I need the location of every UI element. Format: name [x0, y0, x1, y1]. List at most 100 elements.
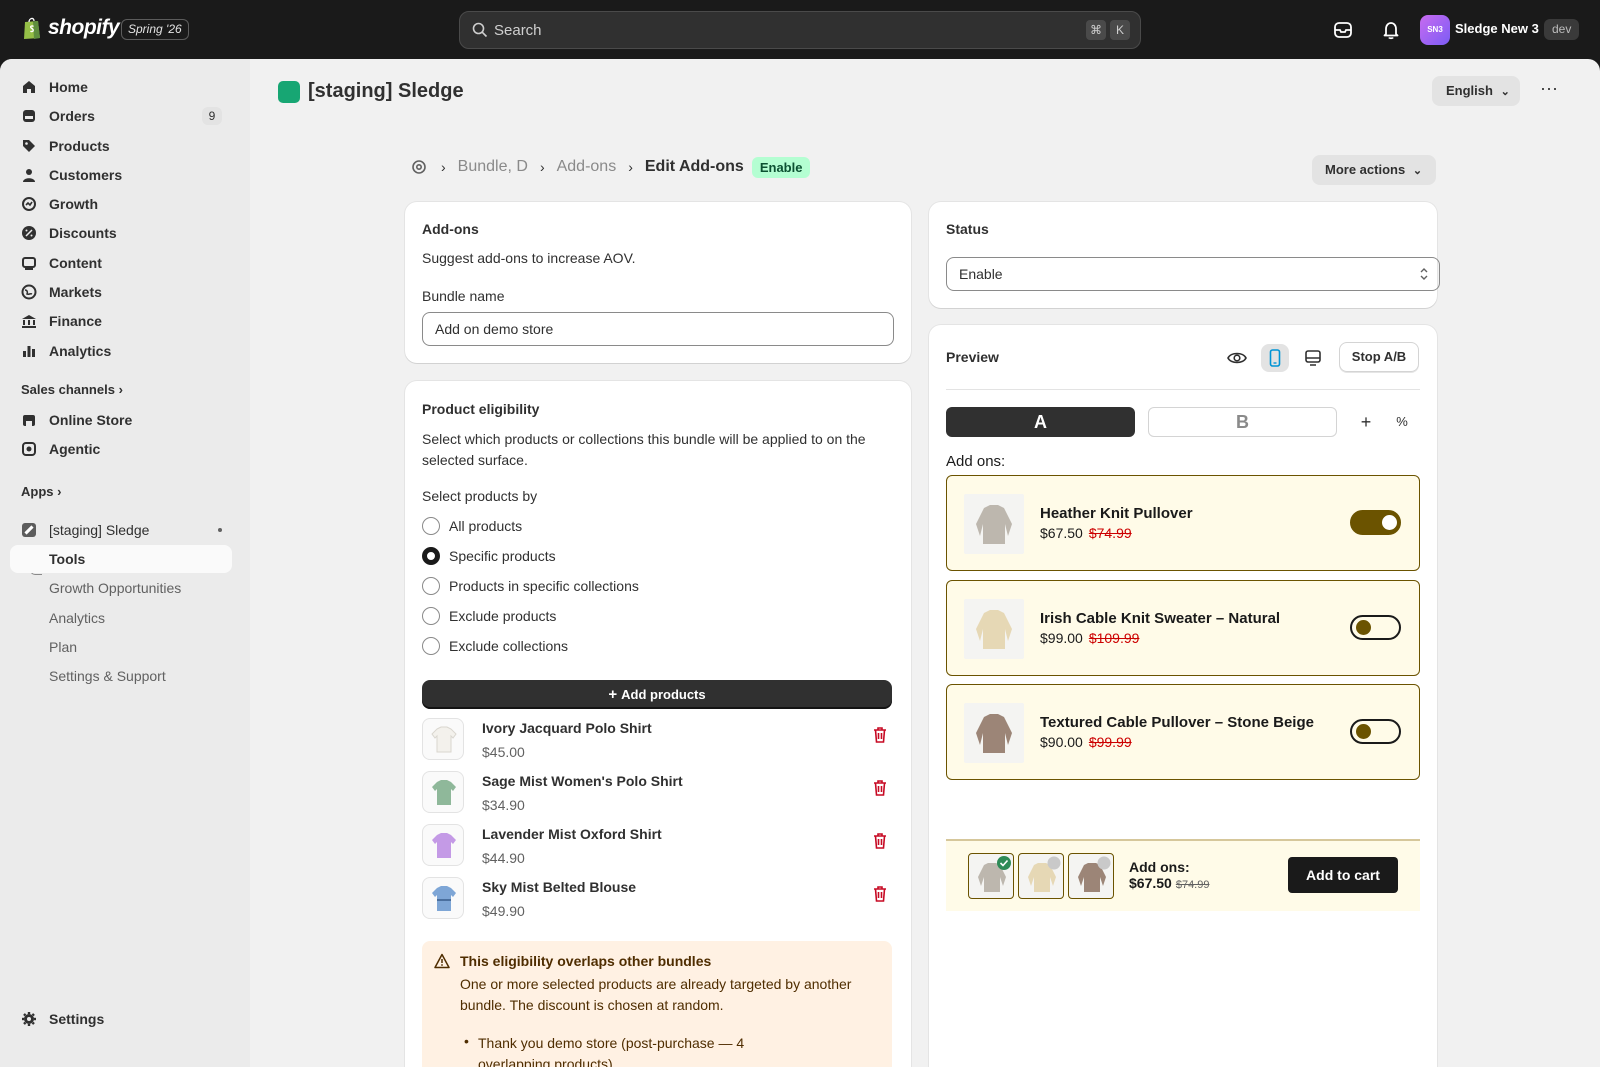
trash-icon[interactable] — [872, 832, 888, 850]
sidebar-item-markets[interactable]: Markets — [10, 278, 232, 306]
overlap-bundle-link[interactable]: Thank you demo store — [478, 1035, 617, 1051]
sidebar-subitem-settings-support[interactable]: Settings & Support — [10, 662, 232, 690]
addon-toggle-off[interactable] — [1350, 615, 1401, 640]
breadcrumb-addons[interactable]: Add-ons — [557, 158, 617, 176]
trash-icon[interactable] — [872, 726, 888, 744]
more-options-icon[interactable]: ··· — [1536, 79, 1562, 103]
sidebar-item-products[interactable]: Products — [10, 132, 232, 160]
sidebar-subitem-growth-opportunities[interactable]: Growth Opportunities — [10, 574, 232, 602]
status-select[interactable]: Enable — [946, 257, 1440, 291]
store-avatar[interactable]: SN3 — [1420, 15, 1450, 45]
bell-icon[interactable] — [1380, 19, 1402, 41]
sidebar-item-finance[interactable]: Finance — [10, 307, 232, 335]
page-title: Edit Add-ons — [644, 158, 744, 175]
warning-title: This eligibility overlaps other bundles — [460, 953, 712, 969]
product-name: Sage Mist Women's Polo Shirt — [482, 773, 683, 789]
radio-exclude-products[interactable]: Exclude products — [422, 607, 556, 625]
toggle-knob — [1356, 724, 1371, 739]
add-variant-icon[interactable]: + — [1353, 409, 1379, 435]
trash-icon[interactable] — [872, 779, 888, 797]
toggle-knob — [1382, 515, 1397, 530]
eye-icon[interactable] — [1223, 344, 1251, 372]
variant-a-tab[interactable]: A — [946, 407, 1135, 437]
settings-gear-icon[interactable] — [409, 157, 429, 177]
radio-button[interactable] — [422, 577, 440, 595]
eligibility-card-title: Product eligibility — [422, 401, 540, 417]
apps-heading[interactable]: Apps › — [21, 484, 61, 499]
sidebar-subitem-plan[interactable]: Plan — [10, 633, 232, 661]
language-select[interactable]: English ⌄ — [1432, 76, 1520, 106]
stop-ab-button[interactable]: Stop A/B — [1339, 342, 1419, 372]
sidebar-item-app-sledge[interactable]: [staging] Sledge — [10, 516, 232, 544]
sidebar-item-settings[interactable]: Settings — [10, 1005, 232, 1033]
radio-specific-products[interactable]: Specific products — [422, 547, 556, 565]
radio-label: Specific products — [449, 548, 556, 564]
sidebar-item-agentic[interactable]: Agentic — [10, 435, 232, 463]
sidebar-item-growth[interactable]: Growth — [10, 190, 232, 218]
sidebar-item-customers[interactable]: Customers — [10, 161, 232, 189]
radio-button[interactable] — [422, 517, 440, 535]
sticky-add-to-cart-bar: Add ons: $67.50 $74.99 Add to cart — [946, 839, 1420, 911]
addon-toggle-off[interactable] — [1350, 719, 1401, 744]
addon-name: Irish Cable Knit Sweater – Natural — [1040, 610, 1281, 627]
sidebar-item-content[interactable]: Content — [10, 249, 232, 277]
mini-thumbnail[interactable] — [1018, 853, 1064, 899]
sidebar-item-home[interactable]: Home — [10, 73, 232, 101]
variant-b-tab[interactable]: B — [1148, 407, 1337, 437]
shirt-icon — [432, 833, 456, 858]
add-to-cart-button[interactable]: Add to cart — [1288, 857, 1398, 893]
desktop-icon[interactable] — [1299, 344, 1327, 372]
radio-button[interactable] — [422, 637, 440, 655]
sidebar-subitem-tools[interactable]: Tools — [10, 545, 232, 573]
admin-shell: Home Orders 9 Products Customers Growth … — [0, 59, 1600, 1067]
addons-card-description: Suggest add-ons to increase AOV. — [422, 250, 636, 266]
addon-old-price: $74.99 — [1088, 525, 1132, 541]
sidebar-item-label: Discounts — [49, 225, 117, 241]
addon-item[interactable]: Irish Cable Knit Sweater – Natural $99.0… — [946, 580, 1420, 676]
sidebar-item-discounts[interactable]: Discounts — [10, 219, 232, 247]
search-input[interactable]: Search ⌘ K — [459, 11, 1141, 49]
addon-item[interactable]: Textured Cable Pullover – Stone Beige $9… — [946, 684, 1420, 780]
check-icon — [997, 856, 1011, 870]
sidebar-item-analytics[interactable]: Analytics — [10, 337, 232, 365]
sidebar-item-online-store[interactable]: Online Store — [10, 406, 232, 434]
store-name[interactable]: Sledge New 3 — [1455, 21, 1539, 36]
sidebar-subitem-analytics[interactable]: Analytics — [10, 604, 232, 632]
radio-button-selected[interactable] — [422, 547, 440, 565]
radio-button[interactable] — [422, 607, 440, 625]
sidebar-item-label: Analytics — [49, 343, 112, 359]
sidebar-item-orders[interactable]: Orders 9 — [10, 102, 232, 130]
unchecked-circle-icon — [1047, 856, 1061, 870]
radio-exclude-collections[interactable]: Exclude collections — [422, 637, 568, 655]
breadcrumb-bundle[interactable]: Bundle, D — [458, 158, 528, 176]
pin-dot-icon — [218, 528, 222, 532]
percent-icon[interactable]: % — [1389, 409, 1415, 435]
trash-icon[interactable] — [872, 885, 888, 903]
addon-item[interactable]: Heather Knit Pullover $67.50 $74.99 — [946, 475, 1420, 571]
brand-name: shopify — [48, 16, 120, 39]
inbox-icon[interactable] — [1332, 19, 1354, 41]
radio-label: Exclude collections — [449, 638, 569, 654]
product-thumbnail — [422, 824, 464, 866]
bundle-name-input[interactable]: Add on demo store — [422, 312, 894, 346]
top-bar: shopify Spring '26 Search ⌘ K SN3 Sledge… — [0, 0, 1600, 59]
shopify-logo[interactable]: shopify — [22, 16, 120, 40]
search-icon — [472, 22, 488, 38]
mini-thumbnail[interactable] — [1068, 853, 1114, 899]
mini-thumbnail-selected[interactable] — [968, 853, 1014, 899]
mobile-view-button[interactable] — [1261, 344, 1289, 372]
more-actions-button[interactable]: More actions ⌄ — [1312, 155, 1436, 185]
radio-all-products[interactable]: All products — [422, 517, 522, 535]
bar-heading: Add ons: — [1129, 859, 1190, 875]
radio-products-in-collections[interactable]: Products in specific collections — [422, 577, 639, 595]
sales-channels-heading[interactable]: Sales channels › — [21, 382, 123, 397]
growth-icon — [22, 197, 36, 211]
chevron-down-icon: ⌄ — [1412, 165, 1423, 177]
bullet-icon: • — [464, 1033, 469, 1049]
add-products-button[interactable]: + Add products — [422, 680, 892, 709]
addon-price: $67.50 — [1040, 525, 1083, 541]
product-price: $49.90 — [482, 903, 525, 919]
addon-price: $99.00 — [1040, 630, 1083, 646]
addon-toggle-on[interactable] — [1350, 510, 1401, 535]
globe-icon — [21, 284, 37, 300]
